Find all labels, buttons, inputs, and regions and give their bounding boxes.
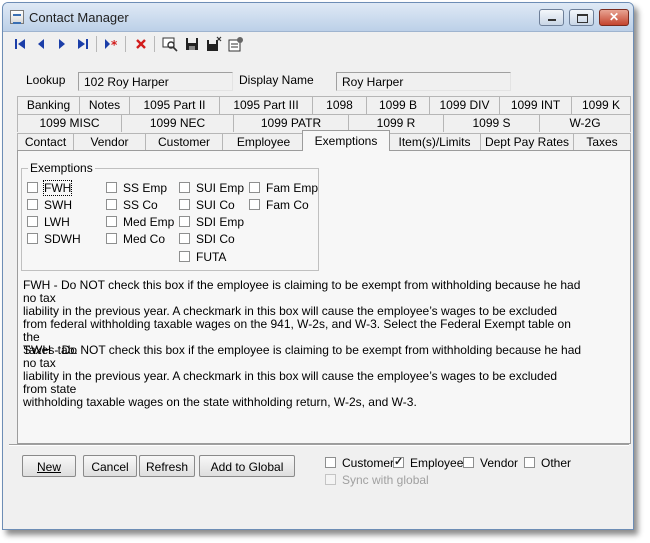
checkbox-futa[interactable]: FUTA [179,249,226,264]
add-to-global-button[interactable]: Add to Global [199,455,295,477]
first-record-icon[interactable] [11,35,29,53]
checkbox-box[interactable] [325,457,336,468]
properties-icon[interactable] [227,35,245,53]
tab-customer[interactable]: Customer [145,133,223,151]
minimize-button[interactable] [539,9,564,26]
display-name-field[interactable]: Roy Harper [336,72,511,91]
tab-items-limits[interactable]: Item(s)/Limits [388,133,481,151]
tab-w-2g[interactable]: W-2G [539,114,631,132]
toolbar: * [3,32,633,56]
checkbox-box[interactable] [106,233,117,244]
checkbox-sdwh[interactable]: SDWH [27,231,81,246]
tab-notes[interactable]: Notes [79,96,130,114]
checkbox-med-emp[interactable]: Med Emp [106,214,174,229]
checkbox-other[interactable]: Other [524,455,571,470]
cancel-button[interactable]: Cancel [83,455,137,477]
tab-1099-nec[interactable]: 1099 NEC [121,114,234,132]
checkbox-sdi-emp[interactable]: SDI Emp [179,214,244,229]
lookup-field[interactable]: 102 Roy Harper [78,72,233,91]
previous-record-icon[interactable] [32,35,50,53]
tab-banking[interactable]: Banking [17,96,80,114]
checkbox-ss-co[interactable]: SS Co [106,197,158,212]
tab-1099-s[interactable]: 1099 S [443,114,540,132]
tab-1095-part-iii[interactable]: 1095 Part III [219,96,313,114]
window-title: Contact Manager [29,10,129,25]
exemptions-group-label: Exemptions [28,161,95,175]
title-bar[interactable]: Contact Manager ✕ [3,3,633,32]
toolbar-separator [96,36,97,52]
checkbox-box[interactable] [27,233,38,244]
delete-icon[interactable] [132,35,150,53]
checkbox-box[interactable] [393,455,404,468]
tab-taxes[interactable]: Taxes [573,133,631,151]
checkbox-box[interactable] [249,199,260,210]
tab-contact[interactable]: Contact [17,133,74,151]
checkbox-box[interactable] [106,199,117,210]
tab-row-3: Contact Vendor Customer Employee Exempti… [17,130,631,151]
close-button[interactable]: ✕ [599,9,629,26]
checkbox-box[interactable] [179,199,190,210]
lookup-label: Lookup [26,73,66,87]
find-icon[interactable] [161,35,179,53]
checkbox-employee[interactable]: Employee [393,455,463,470]
tab-vendor[interactable]: Vendor [73,133,146,151]
contact-manager-window: Contact Manager ✕ * Lookup 102 Roy Harpe… [2,2,634,530]
save-icon[interactable] [183,35,201,53]
tab-1099-misc[interactable]: 1099 MISC [17,114,122,132]
next-record-icon[interactable] [53,35,71,53]
tab-exemptions[interactable]: Exemptions [302,130,390,151]
display-name-label: Display Name [239,73,314,87]
save-close-icon[interactable] [205,35,223,53]
tab-1095-part-ii[interactable]: 1095 Part II [129,96,220,114]
checkbox-vendor[interactable]: Vendor [463,455,518,470]
checkbox-box[interactable] [179,233,190,244]
tab-1098[interactable]: 1098 [312,96,367,114]
bottom-divider [9,444,629,446]
new-button[interactable]: New [22,455,76,477]
tab-dept-pay-rates[interactable]: Dept Pay Rates [480,133,574,151]
checkbox-ss-emp[interactable]: SS Emp [106,180,167,195]
toolbar-separator [154,36,155,52]
checkbox-box[interactable] [179,182,190,193]
swh-description: SWH - Do NOT check this box if the emplo… [23,343,582,409]
tab-1099-int[interactable]: 1099 INT [499,96,572,114]
tab-1099-b[interactable]: 1099 B [366,96,430,114]
checkbox-box[interactable] [106,216,117,227]
checkbox-box[interactable] [179,216,190,227]
checkbox-sui-co[interactable]: SUI Co [179,197,235,212]
checkbox-box[interactable] [179,251,190,262]
tab-row-1: Banking Notes 1095 Part II 1095 Part III… [17,96,631,114]
checkbox-box[interactable] [524,457,535,468]
checkbox-box[interactable] [463,457,474,468]
maximize-button[interactable] [569,9,594,26]
checkbox-box[interactable] [27,182,38,193]
checkbox-med-co[interactable]: Med Co [106,231,165,246]
tab-1099-div[interactable]: 1099 DIV [429,96,500,114]
checkbox-box[interactable] [249,182,260,193]
toolbar-separator [125,36,126,52]
checkbox-box[interactable] [106,182,117,193]
new-record-icon[interactable]: * [103,35,121,53]
refresh-button[interactable]: Refresh [139,455,195,477]
checkbox-box[interactable] [325,474,336,485]
checkbox-fam-co[interactable]: Fam Co [249,197,309,212]
checkbox-sync-with-global[interactable]: Sync with global [325,472,429,487]
checkbox-fam-emp[interactable]: Fam Emp [249,180,318,195]
last-record-icon[interactable] [74,35,92,53]
tab-1099-k[interactable]: 1099 K [571,96,631,114]
checkbox-sui-emp[interactable]: SUI Emp [179,180,244,195]
checkbox-lwh[interactable]: LWH [27,214,70,229]
checkbox-sdi-co[interactable]: SDI Co [179,231,235,246]
checkbox-box[interactable] [27,216,38,227]
tab-employee[interactable]: Employee [222,133,305,151]
checkbox-fwh[interactable]: FWH [27,179,73,196]
app-icon [10,10,24,24]
checkbox-swh[interactable]: SWH [27,197,72,212]
svg-text:*: * [111,38,118,50]
checkbox-box[interactable] [27,199,38,210]
checkbox-customer[interactable]: Customer [325,455,394,470]
